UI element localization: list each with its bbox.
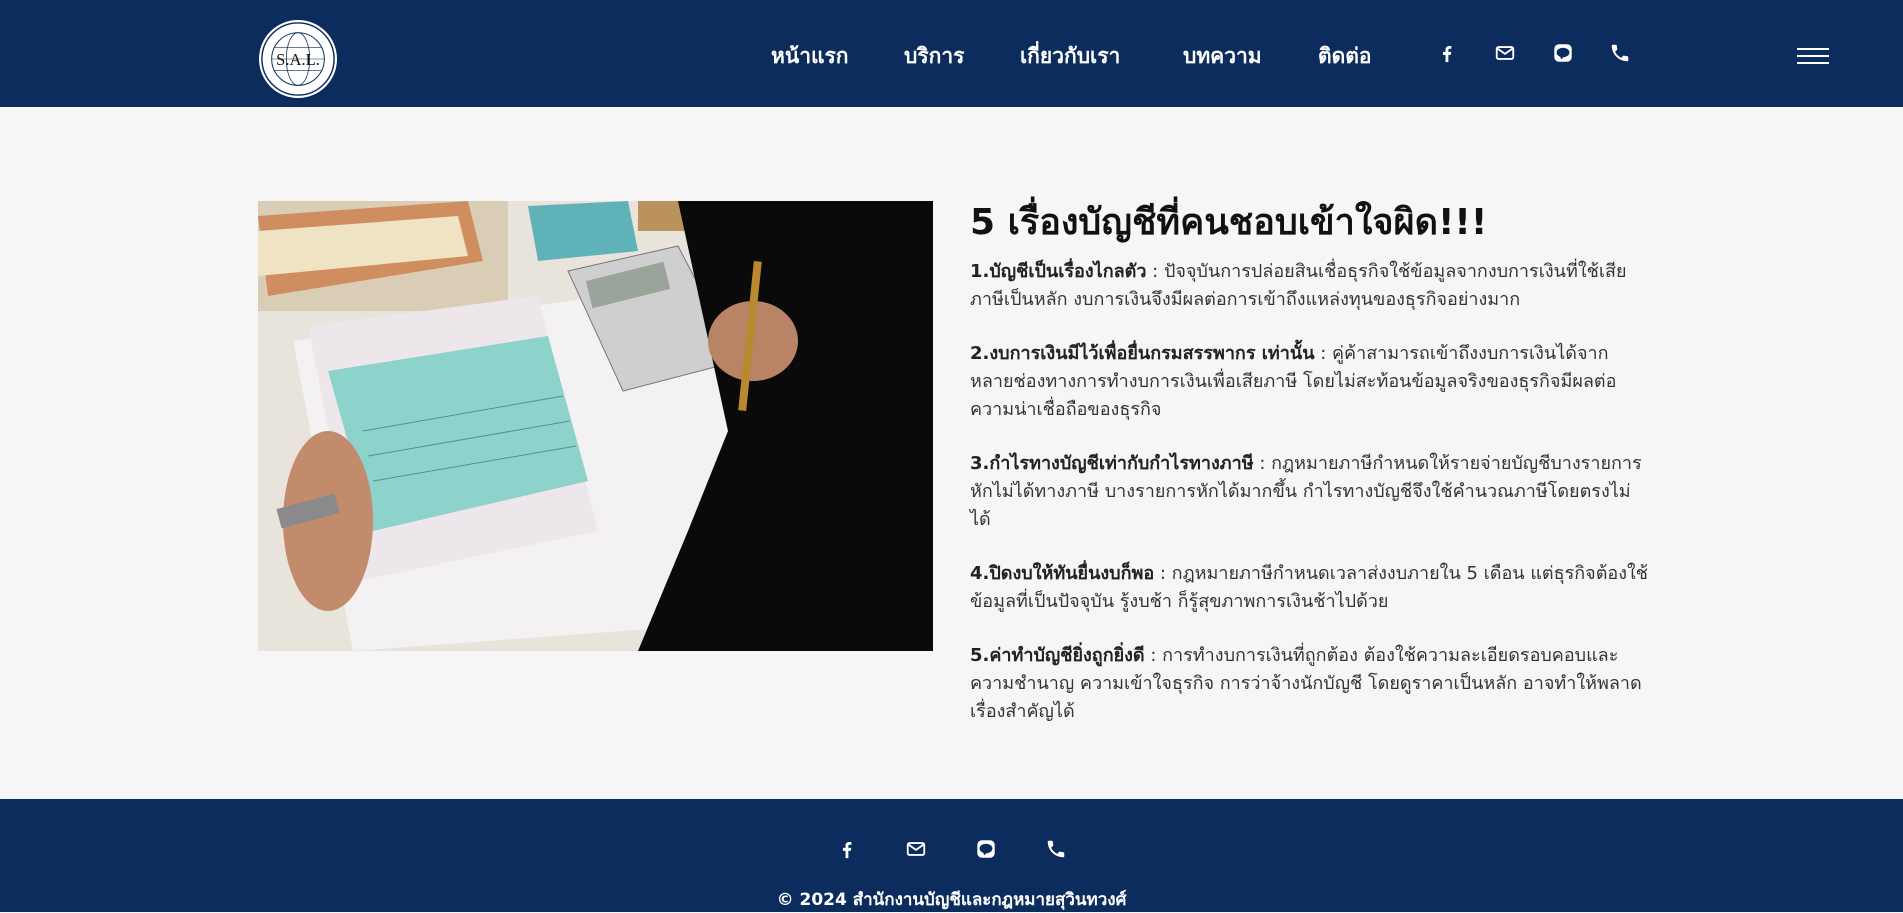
list-item: 3.กำไรทางบัญชีเท่ากับกำไรทางภาษี : กฎหมา…	[970, 450, 1650, 534]
logo-text: S.A.L.	[276, 50, 320, 69]
email-icon[interactable]	[1494, 42, 1516, 64]
facebook-icon[interactable]	[1436, 42, 1458, 64]
phone-icon[interactable]	[1045, 838, 1067, 860]
nav-home[interactable]: หน้าแรก	[771, 40, 849, 73]
list-item: 2.งบการเงินมีไว้เพื่อยื่นกรมสรรพากร เท่า…	[970, 340, 1650, 424]
line-icon[interactable]	[975, 838, 997, 860]
article-title: 5 เรื่องบัญชีที่คนชอบเข้าใจผิด!!!	[970, 202, 1488, 243]
article: 5 เรื่องบัญชีที่คนชอบเข้าใจผิด!!! 1.บัญช…	[970, 200, 1650, 752]
hamburger-menu-icon[interactable]	[1797, 48, 1829, 68]
article-image	[258, 201, 933, 651]
site-header: S.A.L. หน้าแรก บริการ เกี่ยวกับเรา บทควา…	[0, 0, 1903, 107]
nav-about[interactable]: เกี่ยวกับเรา	[1020, 40, 1120, 73]
item-heading: 3.กำไรทางบัญชีเท่ากับกำไรทางภาษี	[970, 453, 1254, 474]
item-heading: 1.บัญชีเป็นเรื่องไกลตัว	[970, 261, 1147, 282]
nav-services[interactable]: บริการ	[904, 40, 964, 73]
email-icon[interactable]	[905, 838, 927, 860]
list-item: 1.บัญชีเป็นเรื่องไกลตัว : ปัจจุบันการปล่…	[970, 258, 1650, 314]
list-item: 4.ปิดงบให้ทันยื่นงบก็พอ : กฎหมายภาษีกำหน…	[970, 560, 1650, 616]
item-heading: 5.ค่าทำบัญชียิ่งถูกยิ่งดี	[970, 645, 1145, 666]
nav-contact[interactable]: ติดต่อ	[1318, 40, 1372, 73]
item-heading: 2.งบการเงินมีไว้เพื่อยื่นกรมสรรพากร เท่า…	[970, 343, 1315, 364]
line-icon[interactable]	[1552, 42, 1574, 64]
copyright: © 2024 สำนักงานบัญชีและกฎหมายสุวินทวงศ์	[776, 890, 1127, 910]
nav-articles[interactable]: บทความ	[1183, 40, 1262, 73]
phone-icon[interactable]	[1609, 42, 1631, 64]
site-footer: © 2024 สำนักงานบัญชีและกฎหมายสุวินทวงศ์	[0, 799, 1903, 912]
list-item: 5.ค่าทำบัญชียิ่งถูกยิ่งดี : การทำงบการเง…	[970, 642, 1650, 726]
item-heading: 4.ปิดงบให้ทันยื่นงบก็พอ	[970, 563, 1155, 584]
facebook-icon[interactable]	[836, 838, 858, 860]
logo[interactable]: S.A.L.	[257, 18, 339, 100]
